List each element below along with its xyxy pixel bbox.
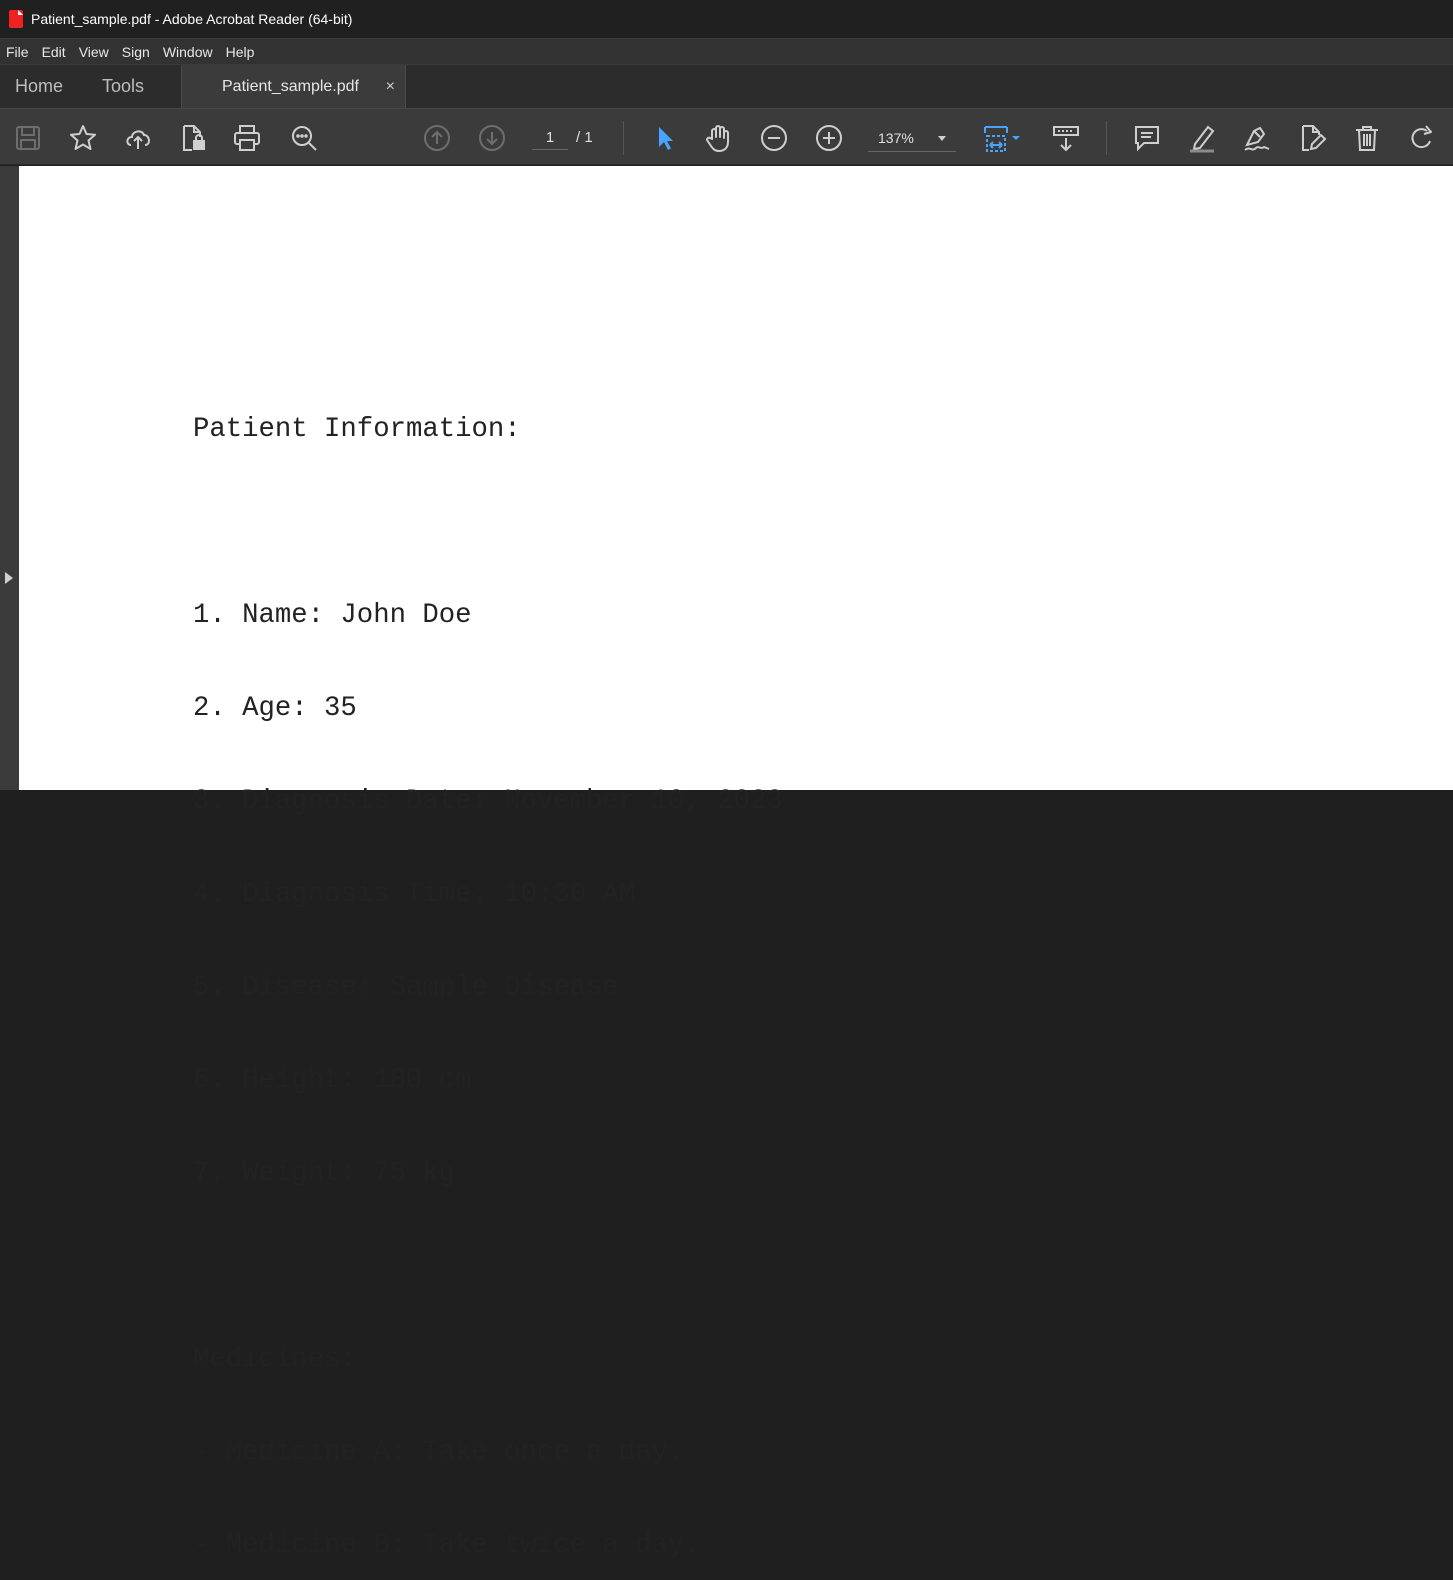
upload-cloud-icon[interactable] — [122, 122, 154, 154]
patient-info-item: 2. Age: 35 — [193, 693, 357, 724]
title-bar: Patient_sample.pdf - Adobe Acrobat Reade… — [0, 0, 1453, 38]
zoom-level-value: 137% — [878, 130, 914, 146]
fit-options-chevron-icon[interactable] — [1009, 122, 1023, 154]
expand-panel-arrow-icon[interactable] — [5, 572, 13, 584]
chevron-down-icon — [938, 136, 946, 141]
patient-info-item: 7. Weight: 75 kg — [193, 1158, 456, 1189]
print-icon[interactable] — [231, 122, 263, 154]
draw-signature-icon[interactable] — [1241, 122, 1273, 154]
patient-info-item: 4. Diagnosis Time: 10:30 AM — [193, 879, 636, 910]
find-text-icon[interactable] — [288, 122, 320, 154]
toolbar-divider — [1106, 121, 1107, 155]
document-tab-label: Patient_sample.pdf — [222, 78, 359, 95]
menu-view[interactable]: View — [73, 39, 116, 65]
document-page: Patient Information: 1. Name: John Doe 2… — [19, 166, 1453, 1561]
rotate-icon[interactable] — [1406, 122, 1438, 154]
medicines-heading: Medicines: — [193, 1344, 357, 1375]
edit-pdf-icon[interactable] — [1296, 122, 1328, 154]
menu-edit[interactable]: Edit — [36, 39, 73, 65]
zoom-in-icon[interactable] — [813, 122, 845, 154]
toolbar: 1 / 1 137% — [0, 108, 1453, 165]
tab-bar: Home Tools Patient_sample.pdf × — [0, 64, 1453, 109]
previous-page-icon[interactable] — [421, 122, 453, 154]
page-number-input[interactable]: 1 — [532, 126, 568, 150]
medicine-item: - Medicine B: Take twice a day. — [193, 1530, 701, 1561]
zoom-level-dropdown[interactable]: 137% — [868, 124, 956, 152]
comment-icon[interactable] — [1131, 122, 1163, 154]
acrobat-app-icon — [9, 10, 23, 28]
scroll-mode-icon[interactable] — [1050, 122, 1082, 154]
fit-page-icon[interactable] — [980, 122, 1012, 154]
tab-tools[interactable]: Tools — [102, 65, 144, 108]
menu-window[interactable]: Window — [157, 39, 220, 65]
next-page-icon[interactable] — [476, 122, 508, 154]
patient-info-item: 5. Disease: Sample Disease — [193, 972, 619, 1003]
document-content: Patient Information: 1. Name: John Doe 2… — [193, 352, 783, 1580]
menu-bar: File Edit View Sign Window Help — [0, 38, 1453, 64]
window-title: Patient_sample.pdf - Adobe Acrobat Reade… — [31, 11, 353, 27]
menu-sign[interactable]: Sign — [116, 39, 157, 65]
patient-info-item: 1. Name: John Doe — [193, 600, 472, 631]
hand-tool-icon[interactable] — [703, 122, 735, 154]
tab-home[interactable]: Home — [15, 65, 63, 108]
menu-help[interactable]: Help — [220, 39, 262, 65]
bookmark-star-icon[interactable] — [67, 122, 99, 154]
zoom-out-icon[interactable] — [758, 122, 790, 154]
highlight-pen-icon[interactable] — [1186, 122, 1218, 154]
save-icon[interactable] — [12, 122, 44, 154]
left-panel-rail — [0, 166, 19, 790]
close-tab-button[interactable]: × — [386, 65, 395, 109]
tab-document[interactable]: Patient_sample.pdf × — [181, 65, 406, 109]
select-cursor-icon[interactable] — [649, 122, 681, 154]
menu-file[interactable]: File — [0, 39, 36, 65]
toolbar-divider — [623, 121, 624, 155]
medicine-item: - Medicine A: Take once a day. — [193, 1437, 685, 1468]
page-total-label: / 1 — [576, 129, 593, 146]
patient-info-item: 3. Diagnosis Date: November 10, 2023 — [193, 786, 783, 817]
protect-file-icon[interactable] — [177, 122, 209, 154]
patient-info-heading: Patient Information: — [193, 414, 521, 445]
delete-trash-icon[interactable] — [1351, 122, 1383, 154]
patient-info-item: 6. Height: 180 cm — [193, 1065, 472, 1096]
